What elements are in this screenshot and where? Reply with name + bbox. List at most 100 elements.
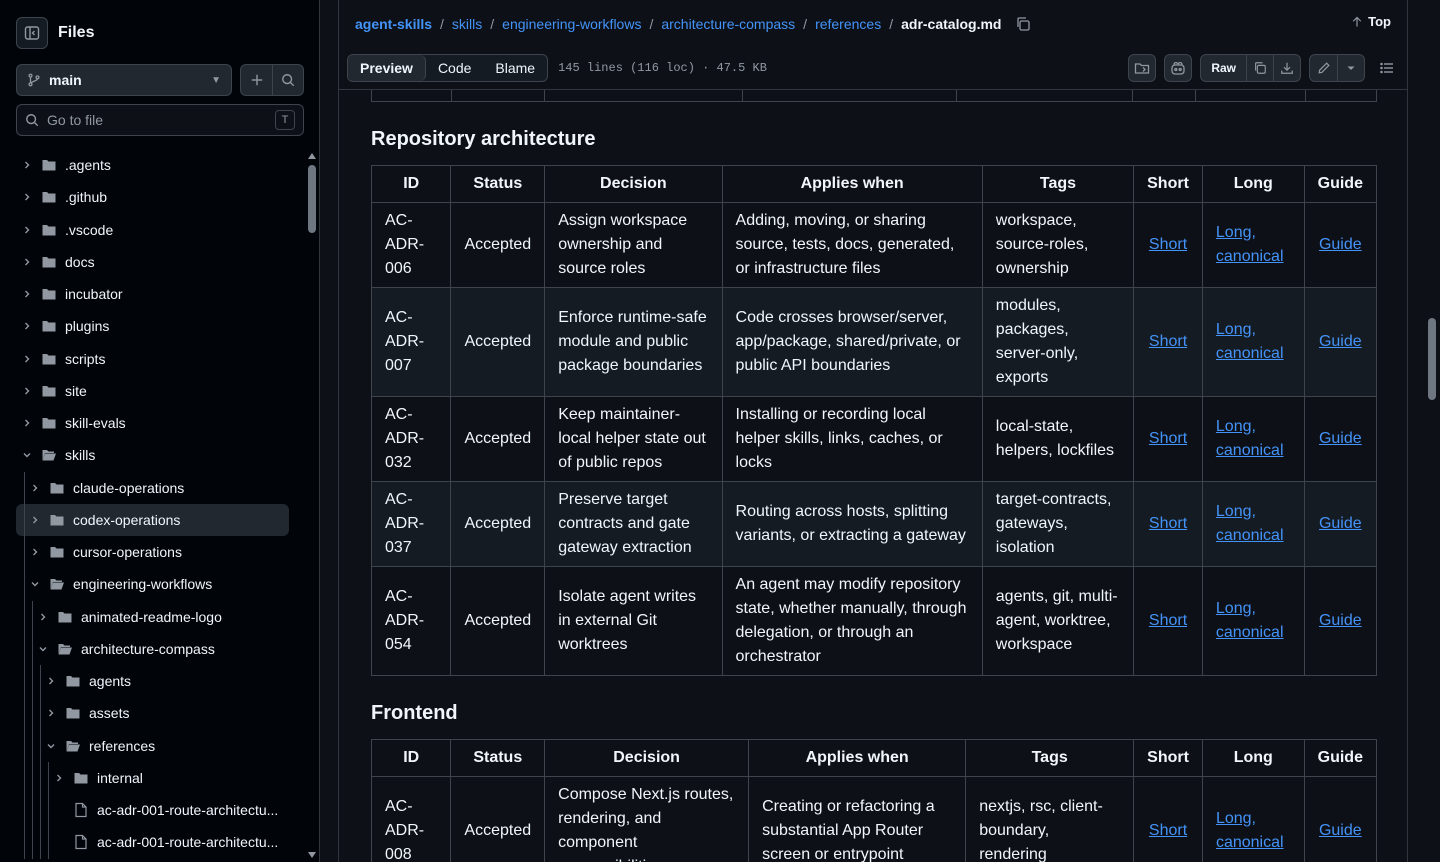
back-to-top-button[interactable]: Top [1351,14,1391,29]
short-link-cell: Short [1133,566,1203,676]
scroll-down-arrow-icon[interactable] [308,852,316,858]
guide-link[interactable]: Guide [1319,515,1362,532]
branch-selector[interactable]: main ▼ [16,64,232,96]
short-link[interactable]: Short [1149,612,1187,629]
sidebar-scrollbar-thumb[interactable] [308,165,316,233]
tree-folder-item[interactable]: scripts [0,343,304,375]
chevron-down-icon[interactable] [35,644,51,654]
short-link[interactable]: Short [1149,430,1187,447]
add-file-button[interactable] [241,65,272,95]
tree-folder-item[interactable]: docs [0,246,304,278]
breadcrumb-link[interactable]: engineering-workflows [502,16,641,32]
tab-preview[interactable]: Preview [348,55,426,81]
chevron-down-icon[interactable] [27,579,43,589]
tab-code[interactable]: Code [426,55,483,81]
chevron-right-icon[interactable] [27,547,43,557]
tree-file-item[interactable]: ac-adr-001-route-architectu... [0,794,304,827]
tab-blame[interactable]: Blame [483,55,547,81]
breadcrumb-link[interactable]: agent-skills [355,16,432,32]
guide-link[interactable]: Guide [1319,822,1362,839]
tree-folder-item[interactable]: agents [0,665,304,698]
chevron-right-icon[interactable] [19,160,35,170]
breadcrumb-link[interactable]: architecture-compass [661,16,795,32]
chevron-right-icon[interactable] [19,225,35,235]
copy-raw-button[interactable] [1246,55,1273,81]
tree-folder-item[interactable]: claude-operations [0,471,304,504]
scroll-up-arrow-icon[interactable] [308,153,316,159]
page-scrollbar[interactable] [1424,0,1440,862]
breadcrumb-link[interactable]: references [815,16,881,32]
long-canonical-link[interactable]: Long, canonical [1216,810,1284,851]
tree-folder-item[interactable]: .agents [0,149,304,181]
tree-folder-item[interactable]: plugins [0,310,304,342]
chevron-right-icon[interactable] [35,612,51,622]
chevron-right-icon[interactable] [43,676,59,686]
column-header: ID [370,165,452,203]
tree-folder-item[interactable]: references [0,729,304,762]
raw-button[interactable]: Raw [1201,55,1246,81]
short-link[interactable]: Short [1149,822,1187,839]
tree-folder-item[interactable]: incubator [0,278,304,310]
chevron-right-icon[interactable] [19,289,35,299]
tree-icon-wrapper [41,351,57,367]
search-files-button[interactable] [272,65,303,95]
tree-folder-item[interactable]: .vscode [0,214,304,246]
long-canonical-link[interactable]: Long, canonical [1216,503,1284,544]
guide-link[interactable]: Guide [1319,333,1362,350]
short-link[interactable]: Short [1149,333,1187,350]
tree-icon-wrapper [41,189,57,205]
search-icon [282,74,295,87]
long-canonical-link[interactable]: Long, canonical [1216,600,1284,641]
download-button[interactable] [1273,55,1300,81]
guide-link[interactable]: Guide [1319,236,1362,253]
short-link[interactable]: Short [1149,515,1187,532]
tree-folder-item[interactable]: cursor-operations [0,536,304,569]
tree-file-item[interactable]: ac-adr-001-route-architectu... [0,826,304,859]
tree-folder-item[interactable]: architecture-compass [0,632,304,665]
short-link[interactable]: Short [1149,236,1187,253]
collapse-sidebar-button[interactable] [16,17,48,49]
go-to-file-input[interactable] [47,112,275,128]
long-canonical-link[interactable]: Long, canonical [1216,224,1284,265]
long-canonical-link[interactable]: Long, canonical [1216,418,1284,459]
breadcrumb-separator: / [440,16,444,32]
chevron-right-icon[interactable] [43,708,59,718]
guide-link-cell: Guide [1303,566,1378,676]
breadcrumb-link[interactable]: skills [452,16,482,32]
chevron-down-icon[interactable] [43,741,59,751]
chevron-right-icon[interactable] [27,483,43,493]
guide-link[interactable]: Guide [1319,430,1362,447]
tree-icon-wrapper [41,447,57,463]
page-scrollbar-thumb[interactable] [1428,318,1436,400]
chevron-right-icon[interactable] [19,192,35,202]
chevron-right-icon[interactable] [19,257,35,267]
folder-icon [74,772,88,784]
open-symbols-button[interactable] [1128,54,1157,82]
chevron-right-icon[interactable] [19,354,35,364]
edit-button[interactable] [1310,55,1337,81]
tree-folder-item[interactable]: skill-evals [0,407,304,439]
chevron-right-icon[interactable] [19,386,35,396]
tree-folder-item[interactable]: assets [0,697,304,730]
tree-folder-item[interactable]: internal [0,761,304,794]
chevron-right-icon[interactable] [19,321,35,331]
guide-link[interactable]: Guide [1319,612,1362,629]
chevron-right-icon[interactable] [27,515,43,525]
tree-folder-item[interactable]: site [0,375,304,407]
outline-button[interactable] [1373,54,1401,82]
tree-folder-item[interactable]: animated-readme-logo [0,600,304,633]
edit-actions-group [1309,54,1365,82]
tree-folder-item[interactable]: skills [0,439,304,471]
edit-options-button[interactable] [1337,55,1364,81]
adr-id-cell: AC-ADR-054 [370,566,452,676]
chevron-right-icon[interactable] [51,773,67,783]
copilot-button[interactable] [1164,54,1193,82]
sidebar-scrollbar[interactable] [305,149,319,862]
copy-path-button[interactable] [1015,16,1031,32]
chevron-down-icon[interactable] [19,450,35,460]
chevron-right-icon[interactable] [19,418,35,428]
tree-folder-item[interactable]: .github [0,181,304,213]
tree-folder-item[interactable]: engineering-workflows [0,568,304,601]
long-canonical-link[interactable]: Long, canonical [1216,321,1284,362]
tree-folder-item[interactable]: codex-operations [16,503,289,536]
